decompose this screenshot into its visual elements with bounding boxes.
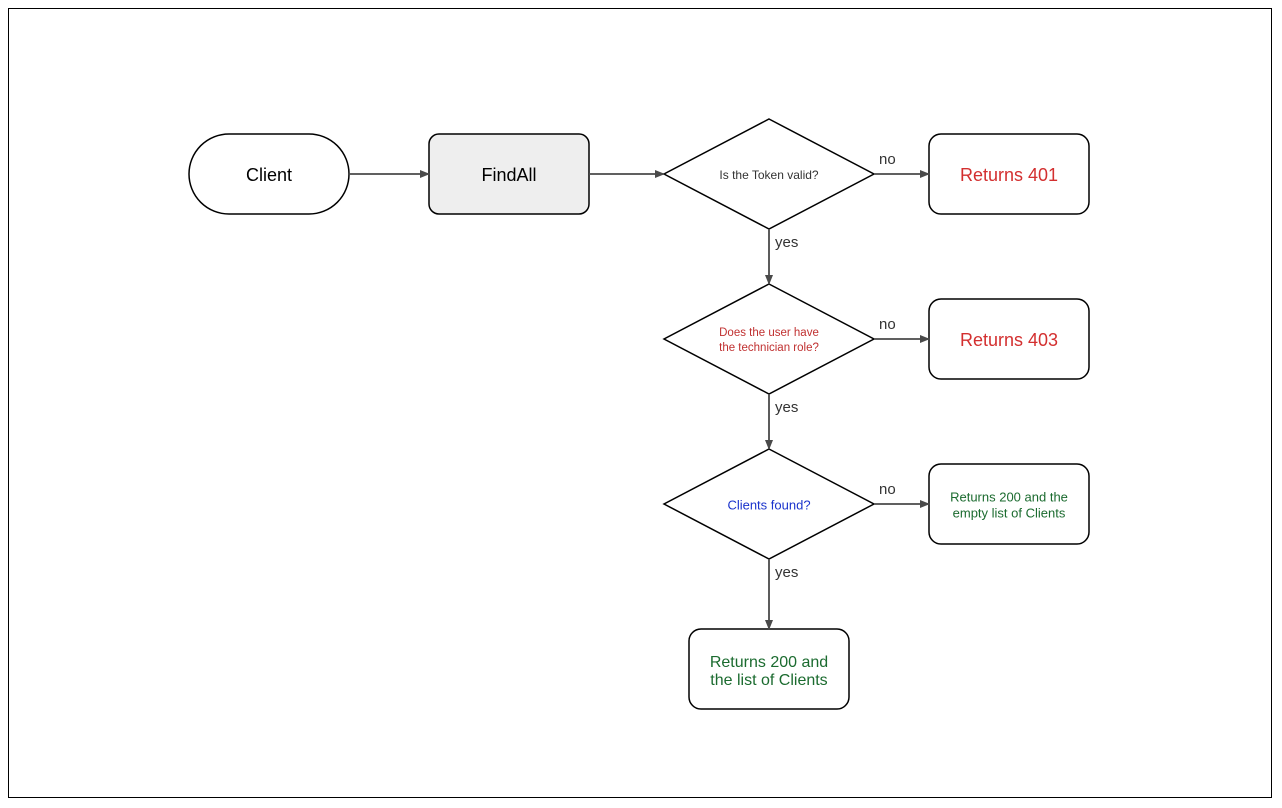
node-return-200-list-line2: the list of Clients <box>710 672 827 689</box>
node-token-label: Is the Token valid? <box>719 168 819 182</box>
node-return-403-label: Returns 403 <box>960 330 1058 350</box>
edge-found-yes-label: yes <box>775 564 798 581</box>
edge-token-no-label: no <box>879 151 896 168</box>
node-findall-label: FindAll <box>481 165 536 185</box>
node-return-200-list-line1: Returns 200 and <box>710 654 828 671</box>
node-role-decision: Does the user have the technician role? <box>664 284 874 394</box>
edge-token-yes-label: yes <box>775 234 798 251</box>
node-start: Client <box>189 134 349 214</box>
node-return-200-empty-line2: empty list of Clients <box>953 505 1066 520</box>
node-return-200-list: Returns 200 and the list of Clients <box>689 629 849 709</box>
node-return-401: Returns 401 <box>929 134 1089 214</box>
node-start-label: Client <box>246 165 292 185</box>
node-return-403: Returns 403 <box>929 299 1089 379</box>
node-role-label-line2: the technician role? <box>719 342 819 354</box>
node-return-401-label: Returns 401 <box>960 165 1058 185</box>
node-return-200-empty-line1: Returns 200 and the <box>950 489 1068 504</box>
node-role-label-line1: Does the user have <box>719 327 819 339</box>
flowchart-svg: Client FindAll Is the Token valid? Retur… <box>9 9 1273 799</box>
node-return-200-empty: Returns 200 and the empty list of Client… <box>929 464 1089 544</box>
diagram-frame: Client FindAll Is the Token valid? Retur… <box>8 8 1272 798</box>
edge-found-no-label: no <box>879 481 896 498</box>
node-found-label: Clients found? <box>727 497 810 512</box>
edge-role-no-label: no <box>879 316 896 333</box>
node-findall: FindAll <box>429 134 589 214</box>
edge-role-yes-label: yes <box>775 399 798 416</box>
node-found-decision: Clients found? <box>664 449 874 559</box>
node-token-decision: Is the Token valid? <box>664 119 874 229</box>
